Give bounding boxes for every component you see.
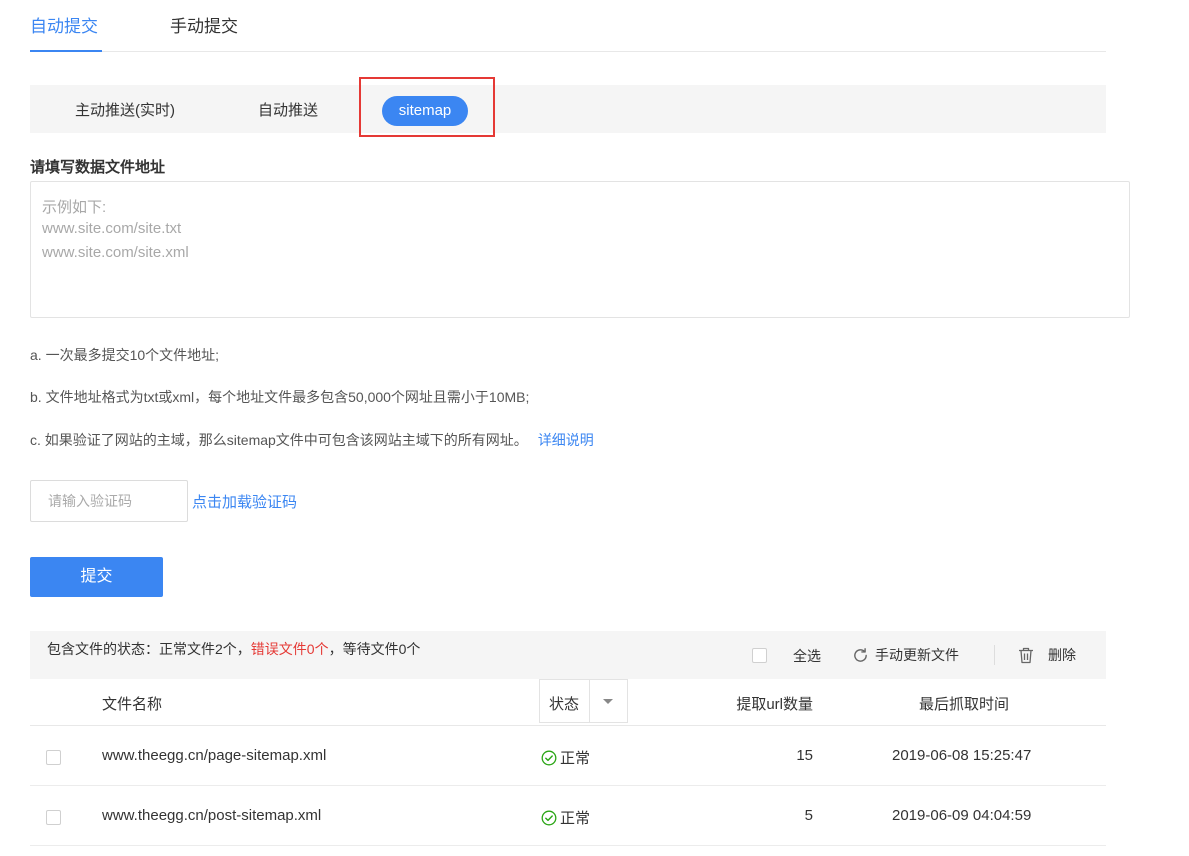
- status-filter-label: 状态: [549, 696, 580, 713]
- column-header-count: 提取url数量: [736, 696, 813, 713]
- row-status: 正常: [541, 807, 590, 828]
- row-status: 正常: [541, 747, 590, 768]
- file-status-summary: 包含文件的状态：正常文件2个，错误文件0个，等待文件0个: [47, 639, 420, 659]
- note-b: b. 文件地址格式为txt或xml，每个地址文件最多包含50,000个网址且需小…: [30, 389, 530, 405]
- row-last-crawl-time: 2019-06-09 04:04:59: [892, 807, 1032, 824]
- refresh-icon: [854, 647, 867, 662]
- subtab-active-push[interactable]: 主动推送(实时): [75, 96, 175, 126]
- row-file-name: www.theegg.cn/page-sitemap.xml: [102, 747, 327, 764]
- row-checkbox[interactable]: [46, 810, 61, 825]
- file-status-bar: 包含文件的状态：正常文件2个，错误文件0个，等待文件0个 全选 手动更新文件 删…: [30, 631, 1106, 679]
- captcha-input[interactable]: 请输入验证码: [30, 480, 188, 522]
- delete-label: 删除: [1048, 647, 1076, 663]
- status-error-count: 错误文件0个: [250, 641, 329, 657]
- column-header-name: 文件名称: [102, 696, 163, 713]
- url-textarea[interactable]: 示例如下: www.site.com/site.txt www.site.com…: [30, 181, 1130, 318]
- section-label: 请填写数据文件地址: [30, 159, 166, 176]
- status-prefix: 包含文件的状态：正常文件2个，: [47, 641, 251, 657]
- tab-manual-submit[interactable]: 手动提交: [170, 12, 250, 52]
- placeholder-line: www.site.com/site.xml: [42, 244, 189, 261]
- select-all-checkbox[interactable]: [752, 648, 767, 663]
- divider: [994, 645, 995, 665]
- tab-auto-submit[interactable]: 自动提交: [30, 12, 102, 52]
- table-row: www.theegg.cn/page-sitemap.xml 正常 15 201…: [30, 726, 1106, 786]
- row-checkbox[interactable]: [46, 750, 61, 765]
- caret-down-icon: [603, 699, 613, 704]
- row-file-name: www.theegg.cn/post-sitemap.xml: [102, 807, 322, 824]
- top-tabs: 自动提交 手动提交: [30, 0, 1106, 52]
- delete-button[interactable]: 删除: [1018, 644, 1076, 666]
- details-link[interactable]: 详细说明: [538, 432, 594, 448]
- refresh-label: 手动更新文件: [875, 647, 959, 663]
- note-c-text: c. 如果验证了网站的主域，那么sitemap文件中可包含该网站主域下的所有网址…: [30, 432, 528, 448]
- dropdown-separator: [589, 680, 590, 722]
- note-a: a. 一次最多提交10个文件地址;: [30, 347, 220, 363]
- subtab-auto-push[interactable]: 自动推送: [258, 96, 318, 126]
- table-row: www.theegg.cn/post-sitemap.xml 正常 5 2019…: [30, 786, 1106, 846]
- row-last-crawl-time: 2019-06-08 15:25:47: [892, 747, 1032, 764]
- sub-tabs: 主动推送(实时) 自动推送 sitemap: [30, 85, 1106, 133]
- row-status-text: 正常: [560, 750, 591, 767]
- row-status-text: 正常: [560, 810, 591, 827]
- subtab-sitemap[interactable]: sitemap: [382, 96, 468, 126]
- status-filter-dropdown[interactable]: 状态: [539, 679, 628, 723]
- placeholder-line: www.site.com/site.txt: [42, 220, 182, 237]
- status-suffix: ，等待文件0个: [328, 641, 421, 657]
- placeholder-line: 示例如下:: [42, 199, 107, 216]
- check-circle-icon: [541, 750, 557, 765]
- trash-icon: [1019, 647, 1033, 663]
- submit-button[interactable]: 提交: [30, 557, 163, 597]
- table-header: 文件名称 状态 提取url数量 最后抓取时间: [30, 679, 1106, 726]
- refresh-files-button[interactable]: 手动更新文件: [852, 644, 959, 666]
- note-c: c. 如果验证了网站的主域，那么sitemap文件中可包含该网站主域下的所有网址…: [30, 430, 594, 450]
- check-circle-icon: [541, 810, 557, 825]
- row-url-count: 15: [796, 747, 813, 764]
- select-all-label[interactable]: 全选: [793, 646, 821, 666]
- row-url-count: 5: [804, 807, 813, 824]
- load-captcha-link[interactable]: 点击加载验证码: [192, 491, 297, 512]
- column-header-time: 最后抓取时间: [919, 696, 1010, 713]
